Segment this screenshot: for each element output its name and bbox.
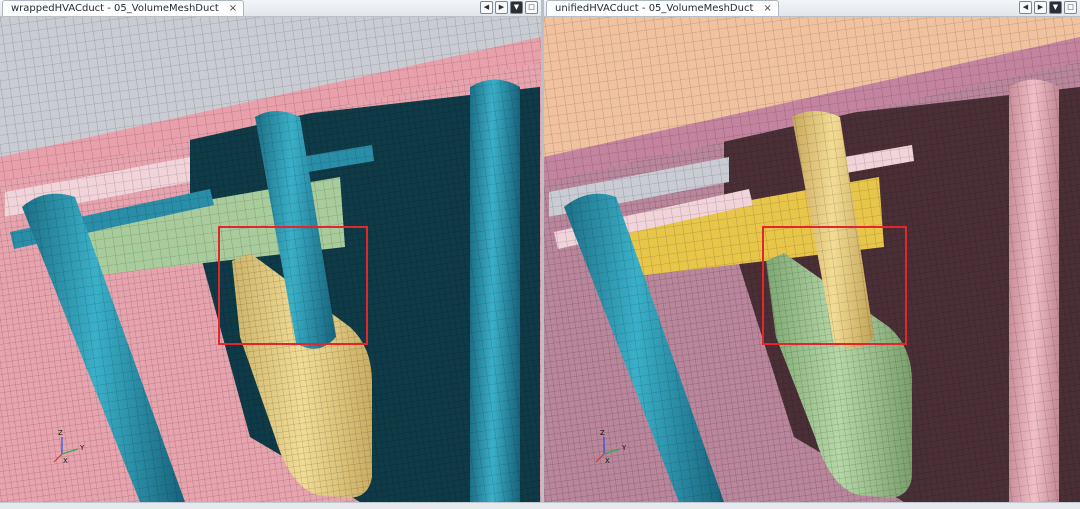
- right-tab-title: unifiedHVACduct - 05_VolumeMeshDuct: [555, 3, 754, 14]
- close-icon[interactable]: ×: [763, 3, 771, 14]
- view-menu-icon[interactable]: ▼: [1049, 1, 1062, 14]
- right-view-pane: unifiedHVACduct - 05_VolumeMeshDuct × ◀ …: [544, 0, 1080, 502]
- axis-x-label: X: [605, 457, 610, 465]
- left-tab-bar: wrappedHVACduct - 05_VolumeMeshDuct × ◀ …: [0, 0, 541, 17]
- left-tab-title: wrappedHVACduct - 05_VolumeMeshDuct: [11, 3, 219, 14]
- scroll-right-icon[interactable]: ▶: [495, 1, 508, 14]
- view-menu-icon[interactable]: ▼: [510, 1, 523, 14]
- axis-x-label: X: [63, 457, 68, 465]
- axis-z-label: Z: [58, 429, 63, 437]
- left-view-pane: wrappedHVACduct - 05_VolumeMeshDuct × ◀ …: [0, 0, 541, 502]
- axis-y-label: Y: [621, 444, 627, 452]
- maximize-icon[interactable]: □: [1064, 1, 1077, 14]
- left-3d-viewport[interactable]: Z Y X: [0, 17, 541, 502]
- left-view-tab[interactable]: wrappedHVACduct - 05_VolumeMeshDuct ×: [2, 0, 245, 16]
- scroll-right-icon[interactable]: ▶: [1034, 1, 1047, 14]
- maximize-icon[interactable]: □: [525, 1, 538, 14]
- right-view-controls: ◀ ▶ ▼ □: [1019, 1, 1077, 14]
- close-icon[interactable]: ×: [229, 3, 237, 14]
- right-mesh-render: Z Y X: [544, 17, 1080, 502]
- scroll-left-icon[interactable]: ◀: [480, 1, 493, 14]
- right-3d-viewport[interactable]: Z Y X: [544, 17, 1080, 502]
- left-view-controls: ◀ ▶ ▼ □: [480, 1, 538, 14]
- right-view-tab[interactable]: unifiedHVACduct - 05_VolumeMeshDuct ×: [546, 0, 779, 16]
- right-tab-bar: unifiedHVACduct - 05_VolumeMeshDuct × ◀ …: [544, 0, 1080, 17]
- axis-z-label: Z: [600, 429, 605, 437]
- left-mesh-render: Z Y X: [0, 17, 541, 502]
- scroll-left-icon[interactable]: ◀: [1019, 1, 1032, 14]
- axis-y-label: Y: [79, 444, 85, 452]
